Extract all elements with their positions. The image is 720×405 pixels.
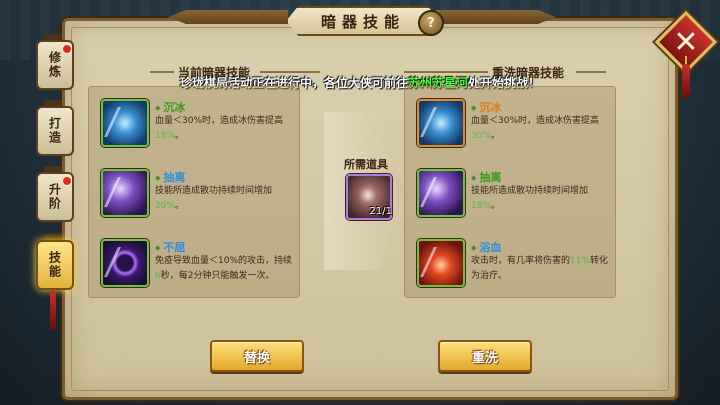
current-skill-3[interactable]: 不屈 免疫导致血量＜10%的攻击，持续6秒，每2分钟只能触发一次。 — [99, 239, 294, 299]
tab-label: 打造 — [47, 117, 62, 145]
skill-description: 免疫导致血量＜10%的攻击，持续6秒，每2分钟只能触发一次。 — [155, 256, 293, 281]
current-skill-1[interactable]: 沉冰 血量＜30%时，造成冰伤害提高18%。 — [99, 99, 294, 159]
reset-skill-2[interactable]: 抽离 技能所造成散功持续时间增加18%。 — [415, 169, 610, 229]
skill-name: 浴血 — [471, 239, 501, 255]
current-skill-2[interactable]: 抽离 技能所造成散功持续时间增加20%。 — [99, 169, 294, 229]
skill-name: 不屈 — [155, 239, 185, 255]
skill-name: 沉冰 — [471, 99, 501, 115]
skill-description: 技能所造成散功持续时间增加20%。 — [155, 186, 273, 211]
side-tassel — [50, 290, 56, 330]
replace-button[interactable]: 替换 — [210, 340, 304, 372]
skill-description: 技能所造成散功持续时间增加18%。 — [471, 186, 589, 211]
skill-name: 抽离 — [471, 169, 501, 185]
tab-label: 技能 — [47, 251, 62, 279]
claw-dart-icon[interactable] — [101, 169, 149, 217]
purple-ring-icon[interactable] — [101, 239, 149, 287]
divider — [260, 71, 320, 73]
tab-label: 升阶 — [47, 183, 62, 211]
title-banner: 暗器技能 — [286, 2, 440, 36]
skill-description: 血量＜30%时，造成冰伤害提高30%。 — [471, 116, 600, 141]
reset-skill-3[interactable]: 浴血 攻击时，有几率将伤害的11%转化为治疗。 — [415, 239, 610, 299]
reset-skill-1[interactable]: 沉冰 血量＜30%时，造成冰伤害提高30%。 — [415, 99, 610, 159]
skill-description: 攻击时，有几率将伤害的11%转化为治疗。 — [471, 256, 609, 281]
divider — [404, 71, 488, 73]
help-button[interactable]: ? — [418, 10, 444, 36]
required-item-count: 21/1 — [369, 206, 392, 217]
ice-dart-icon[interactable] — [417, 99, 465, 147]
skill-name: 抽离 — [155, 169, 185, 185]
title-box: 暗器技能 — [286, 6, 440, 36]
skill-description: 血量＜30%时，造成冰伤害提高18%。 — [155, 116, 284, 141]
alert-dot-icon — [62, 44, 72, 54]
reset-button[interactable]: 重洗 — [438, 340, 532, 372]
required-item-label: 所需道具 — [344, 158, 388, 171]
alert-dot-icon — [62, 176, 72, 186]
blood-palm-icon[interactable] — [417, 239, 465, 287]
divider — [576, 71, 606, 73]
skill-name: 沉冰 — [155, 99, 185, 115]
window-title: 暗器技能 — [320, 12, 405, 31]
title-ornament-left — [168, 10, 288, 24]
reset-skills-box: 沉冰 血量＜30%时，造成冰伤害提高30%。 抽离 技能所造成散功持续时间增加1… — [404, 86, 616, 298]
current-skills-box: 沉冰 血量＜30%时，造成冰伤害提高18%。 抽离 技能所造成散功持续时间增加2… — [88, 86, 300, 298]
tab-forge[interactable]: 打造 — [36, 106, 74, 156]
title-ornament-right — [436, 10, 556, 24]
ice-dart-icon[interactable] — [101, 99, 149, 147]
tab-skills[interactable]: 技能 — [36, 240, 74, 290]
claw-dart-icon[interactable] — [417, 169, 465, 217]
divider — [150, 71, 174, 73]
